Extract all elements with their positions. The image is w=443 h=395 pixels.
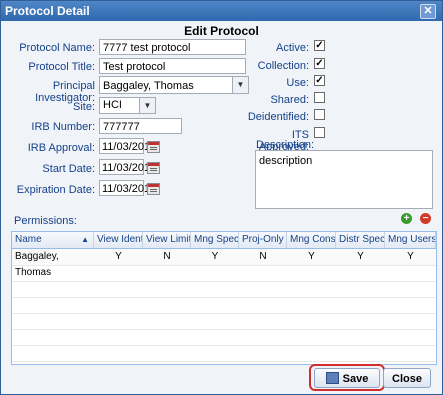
close-window-icon[interactable]: ✕ [420,4,436,19]
irb-approval-calendar-icon[interactable] [147,141,160,153]
save-button-label: Save [342,373,369,385]
protocol-name-label: Protocol Name: [19,42,95,54]
active-label: Active: [275,42,309,54]
cell-mng-cons: Y [308,251,315,262]
protocol-name-input[interactable]: 7777 test protocol [99,39,246,55]
grid-header: Name ▲ View Ident View Limit Mng Speci...… [12,232,436,249]
pi-combo[interactable]: Baggaley, Thomas ▼ [99,76,249,94]
site-label: Site: [72,101,95,113]
save-button[interactable]: Save [314,368,380,388]
empty-row [12,313,436,330]
empty-row [12,297,436,314]
irb-approval-input[interactable]: 11/03/2011 [99,138,155,154]
irb-approval-label: IRB Approval: [27,142,95,154]
shared-checkbox[interactable] [314,92,325,103]
remove-permission-icon[interactable]: − [420,213,431,224]
use-label: Use: [286,77,309,89]
its-approved-checkbox[interactable] [314,127,325,138]
deidentified-checkbox[interactable] [314,109,325,120]
column-header-mng-cons[interactable]: Mng Cons... [287,232,336,248]
expiration-date-label: Expiration Date: [16,184,95,196]
column-header-name[interactable]: Name ▲ [12,232,94,248]
site-dropdown-icon[interactable]: ▼ [139,98,155,113]
sort-asc-icon: ▲ [81,235,89,244]
column-name-label: Name [15,234,42,245]
column-header-distr-spec[interactable]: Distr Spec... [336,232,385,248]
protocol-title-label: Protocol Title: [28,61,95,73]
column-header-view-ident[interactable]: View Ident [94,232,143,248]
cell-view-limit: N [163,251,171,262]
close-button[interactable]: Close [383,368,431,388]
irb-number-input[interactable]: 777777 [99,118,182,134]
protocol-title-input[interactable]: Test protocol [99,58,246,74]
permissions-grid: Name ▲ View Ident View Limit Mng Speci...… [11,231,437,365]
column-header-proj-only[interactable]: Proj-Only [239,232,287,248]
expiration-date-calendar-icon[interactable] [147,183,160,195]
active-checkbox[interactable]: ✓ [314,40,325,51]
cell-distr-spec: Y [357,251,364,262]
deidentified-label: Deidentified: [247,111,309,123]
cell-name: Baggaley, Thomas [15,251,59,278]
shared-label: Shared: [270,94,309,106]
column-header-view-limit[interactable]: View Limit [143,232,191,248]
title-bar: Protocol Detail ✕ [1,1,442,21]
cell-proj-only: N [259,251,267,262]
site-value: HCI [103,99,122,111]
empty-row [12,265,436,282]
cell-mng-users: Y [407,251,414,262]
pi-dropdown-icon[interactable]: ▼ [232,77,248,93]
empty-row [12,345,436,362]
use-checkbox[interactable]: ✓ [314,75,325,86]
protocol-detail-window: Protocol Detail ✕ Edit Protocol Protocol… [0,0,443,395]
expiration-date-input[interactable]: 11/03/2017 [99,180,156,196]
empty-row [12,281,436,298]
table-row[interactable]: Baggaley, Thomas Y N Y N Y Y Y [12,249,436,278]
save-icon [325,372,339,384]
site-combo[interactable]: HCI ▼ [99,97,156,114]
start-date-input[interactable]: 11/03/2011 [99,159,155,175]
description-textarea[interactable]: description [255,150,433,209]
collection-label: Collection: [257,60,309,72]
column-header-mng-users[interactable]: Mng Users [385,232,436,248]
start-date-label: Start Date: [42,163,95,175]
start-date-calendar-icon[interactable] [147,162,160,174]
add-permission-icon[interactable]: + [401,213,412,224]
permissions-label: Permissions: [14,215,77,227]
irb-number-label: IRB Number: [31,121,95,133]
cell-mng-speci: Y [211,251,219,262]
pi-value: Baggaley, Thomas [103,80,194,92]
cell-view-ident: Y [115,251,122,262]
window-title: Protocol Detail [5,4,90,18]
column-header-mng-speci[interactable]: Mng Speci... [191,232,239,248]
form-heading: Edit Protocol [184,24,259,38]
collection-checkbox[interactable]: ✓ [314,58,325,69]
empty-row [12,329,436,346]
